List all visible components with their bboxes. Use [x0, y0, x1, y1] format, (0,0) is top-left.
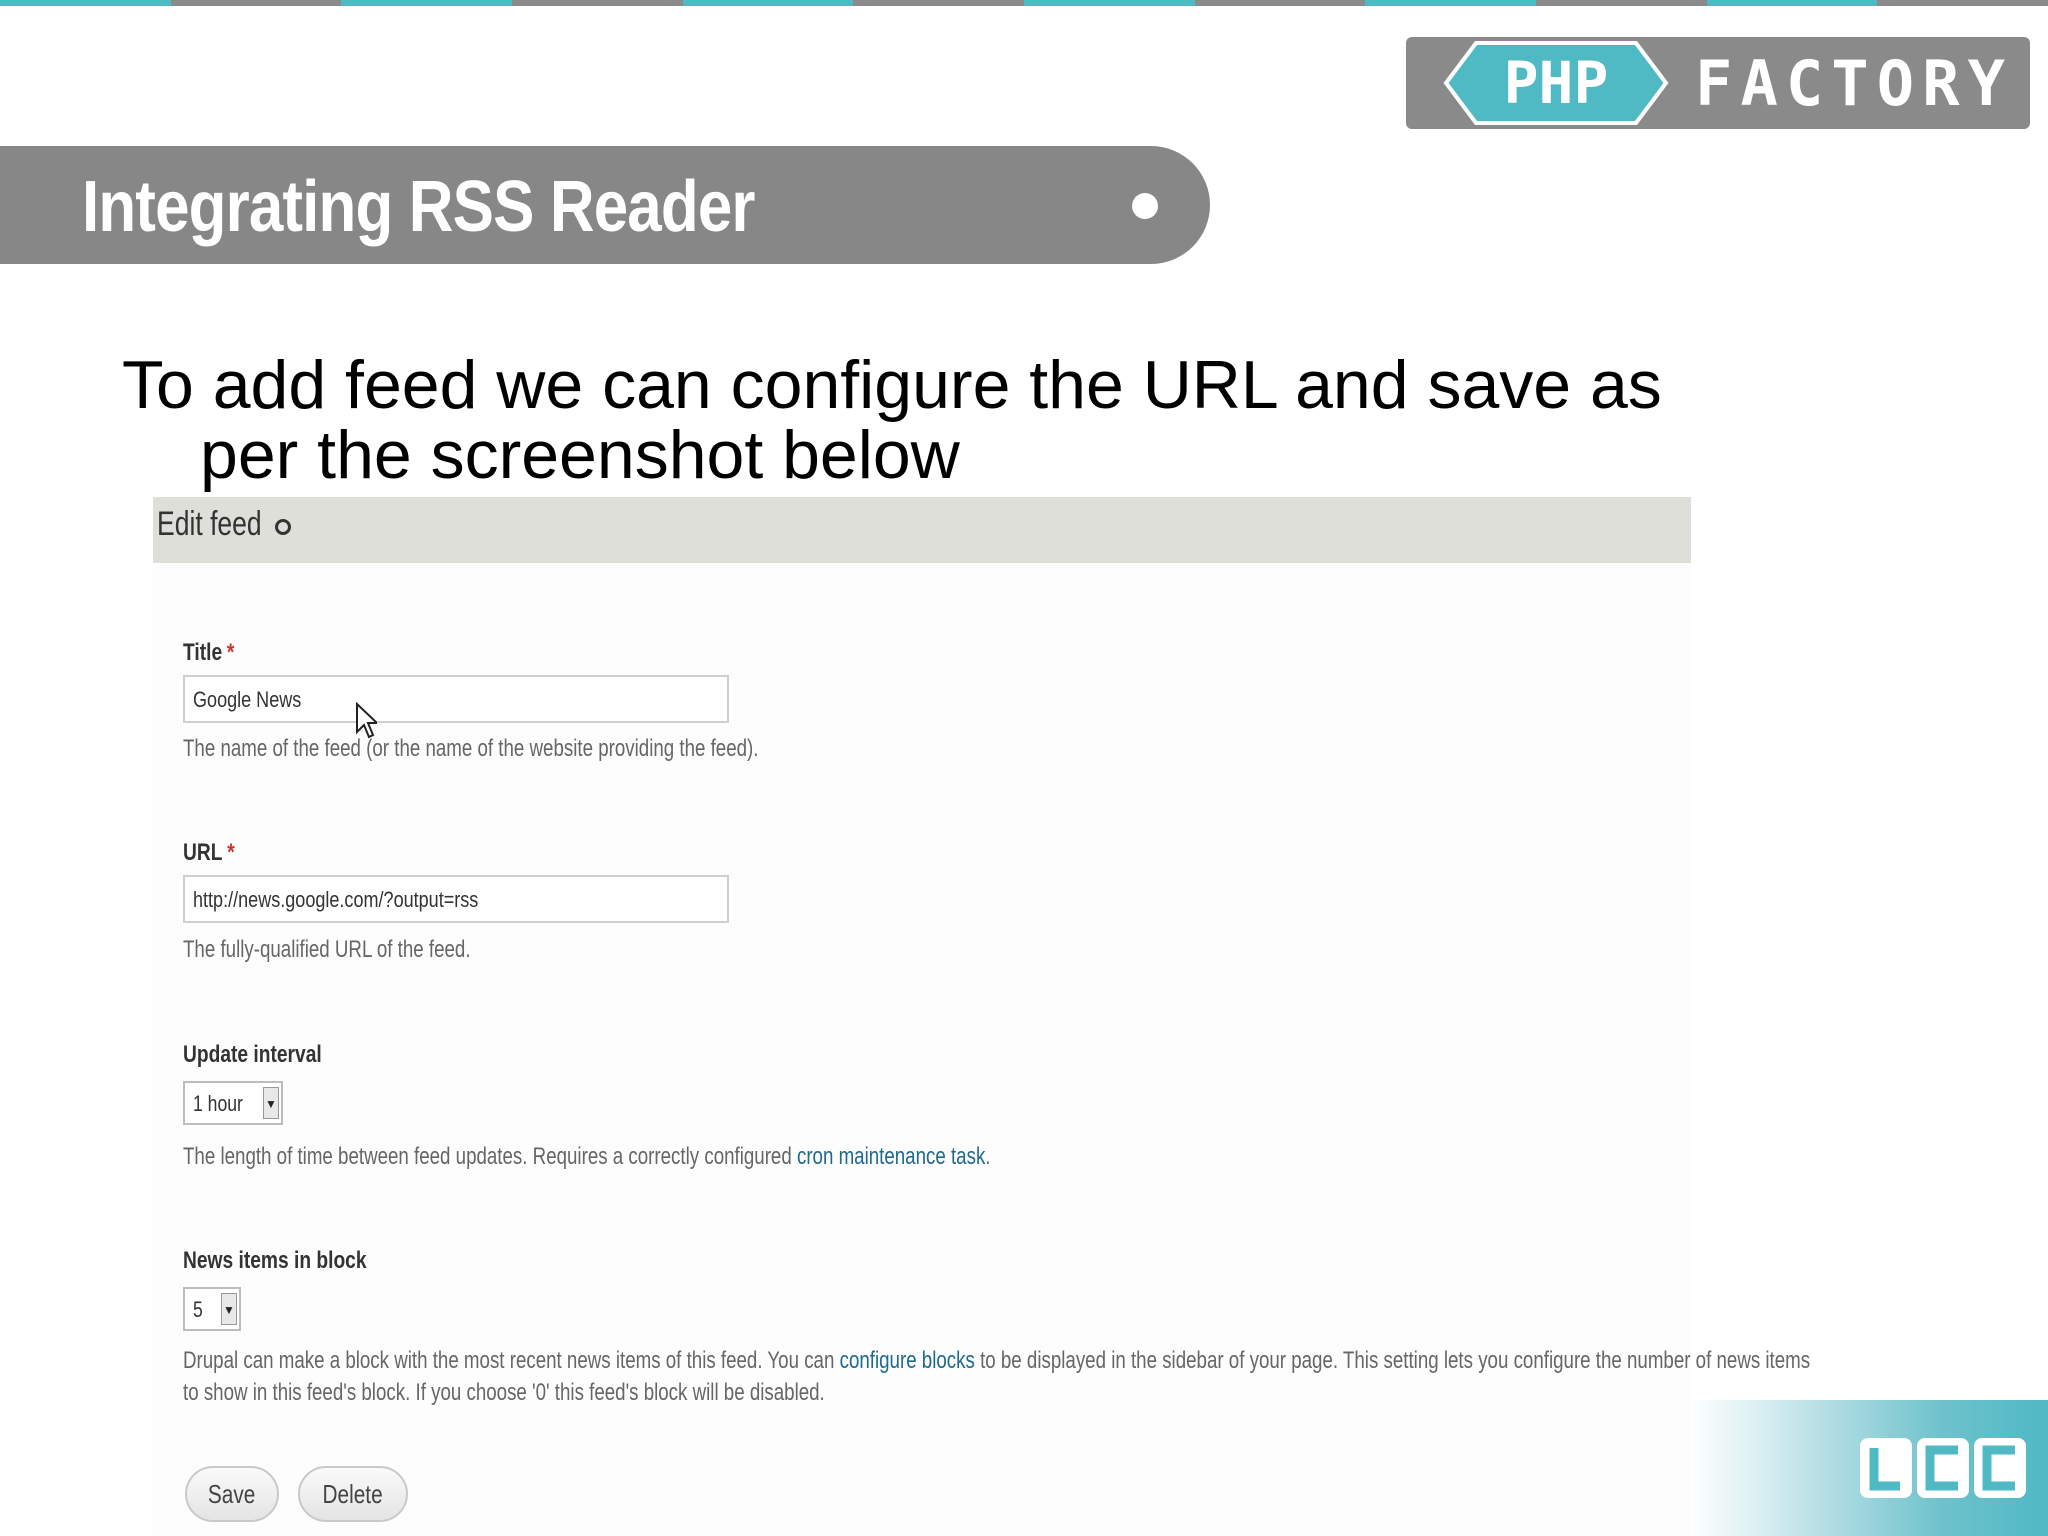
- news-items-select[interactable]: 5 ▼: [183, 1287, 241, 1331]
- php-factory-logo: PHP FACTORY: [1406, 37, 2030, 129]
- title-bullet-dot: [1132, 193, 1158, 219]
- slide-title-band: Integrating RSS Reader: [0, 146, 1210, 264]
- mouse-cursor-icon: [356, 702, 377, 739]
- settings-gear-icon[interactable]: [275, 519, 291, 535]
- intro-paragraph: To add feed we can configure the URL and…: [122, 350, 1722, 490]
- save-button[interactable]: Save: [185, 1466, 279, 1522]
- required-marker: *: [226, 639, 235, 666]
- configure-blocks-link[interactable]: configure blocks: [840, 1347, 975, 1374]
- required-marker: *: [227, 839, 235, 866]
- intro-line-1: To add feed we can configure the URL and…: [122, 347, 1662, 423]
- url-field-description: The fully-qualified URL of the feed.: [183, 936, 471, 963]
- slide-title: Integrating RSS Reader: [82, 167, 756, 247]
- news-items-description: Drupal can make a block with the most re…: [183, 1347, 1811, 1374]
- title-field-label: Title *: [183, 639, 235, 666]
- chevron-down-icon: ▼: [263, 1087, 279, 1119]
- lcc-logo: [1860, 1438, 2026, 1498]
- update-interval-select[interactable]: 1 hour ▼: [183, 1081, 283, 1125]
- url-field-label: URL *: [183, 839, 235, 866]
- title-input-value: Google News: [193, 687, 302, 712]
- news-items-value: 5: [193, 1297, 203, 1322]
- title-field-description: The name of the feed (or the name of the…: [183, 735, 759, 762]
- update-interval-description: The length of time between feed updates.…: [183, 1143, 991, 1170]
- cron-maintenance-link[interactable]: cron maintenance task: [797, 1143, 985, 1170]
- url-input[interactable]: http://news.google.com/?output=rss: [183, 875, 729, 923]
- form-header-title: Edit feed: [157, 505, 262, 543]
- form-header: Edit feed: [153, 497, 1691, 563]
- logo-php-text: PHP: [1504, 49, 1609, 117]
- chevron-down-icon: ▼: [221, 1293, 237, 1325]
- edit-feed-form: Edit feed Title * Google News The name of…: [153, 497, 1810, 1536]
- url-input-value: http://news.google.com/?output=rss: [193, 887, 479, 912]
- update-interval-label: Update interval: [183, 1041, 322, 1068]
- update-interval-value: 1 hour: [193, 1091, 243, 1116]
- news-items-description-line-2: to show in this feed's block. If you cho…: [183, 1379, 825, 1406]
- top-stripe: [0, 0, 2048, 6]
- title-input[interactable]: Google News: [183, 675, 729, 723]
- intro-line-2: per the screenshot below: [200, 417, 960, 493]
- logo-factory-text: FACTORY: [1695, 47, 2006, 120]
- news-items-label: News items in block: [183, 1247, 367, 1274]
- delete-button[interactable]: Delete: [298, 1466, 408, 1522]
